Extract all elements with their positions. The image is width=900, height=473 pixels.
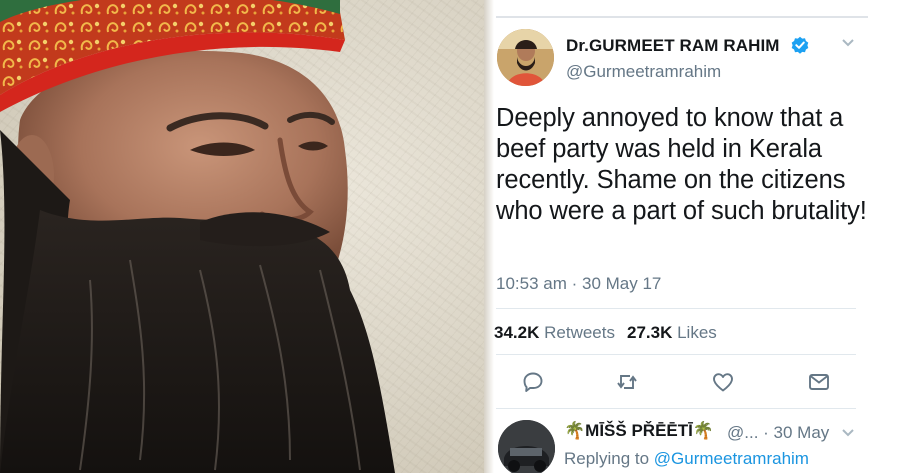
tweet-text: Deeply annoyed to know that a beef party… <box>496 104 867 225</box>
author-avatar-image <box>497 29 554 86</box>
tweet-timestamp[interactable]: 10:53 am · 30 May 17 <box>496 274 661 294</box>
chevron-down-icon[interactable] <box>841 428 855 438</box>
engagement-stats: 34.2K Retweets 27.3K Likes <box>494 323 717 343</box>
reply-meta: @... · 30 May <box>727 423 830 442</box>
replying-to: Replying to @Gurmeetramrahim <box>564 449 809 469</box>
replying-prefix: Replying to <box>564 449 650 468</box>
reply-avatar[interactable] <box>498 420 555 473</box>
tweet-actions <box>484 370 900 394</box>
reply-icon[interactable] <box>521 370 545 394</box>
scan-shadow <box>484 0 494 473</box>
retweets-label: Retweets <box>544 323 615 342</box>
retweet-icon[interactable] <box>615 370 639 394</box>
portrait-photo <box>0 0 484 473</box>
like-icon[interactable] <box>711 370 735 394</box>
verified-badge-icon <box>791 36 809 54</box>
retweets-count: 34.2K <box>494 323 540 342</box>
chevron-down-icon[interactable] <box>841 38 855 48</box>
author-display-name[interactable]: Dr.GURMEET RAM RAHIM <box>566 36 780 56</box>
reply-avatar-image <box>498 420 555 473</box>
divider <box>496 354 856 355</box>
retweets-stat[interactable]: 34.2K Retweets <box>494 323 615 342</box>
tweet-card: Dr.GURMEET RAM RAHIM @Gurmeetramrahim De… <box>484 0 900 473</box>
likes-label: Likes <box>677 323 717 342</box>
bearded-man-portrait <box>0 0 395 473</box>
author-handle[interactable]: @Gurmeetramrahim <box>566 62 721 82</box>
message-icon[interactable] <box>807 370 831 394</box>
replying-mention-link[interactable]: @Gurmeetramrahim <box>654 449 809 468</box>
likes-stat[interactable]: 27.3K Likes <box>627 323 717 342</box>
author-avatar[interactable] <box>497 29 554 86</box>
divider <box>496 16 868 18</box>
likes-count: 27.3K <box>626 323 673 342</box>
divider <box>496 408 856 409</box>
divider <box>496 308 856 309</box>
reply-display-name[interactable]: 🌴MĪŠŠ PŘĒĒTĪ🌴 <box>564 421 714 441</box>
